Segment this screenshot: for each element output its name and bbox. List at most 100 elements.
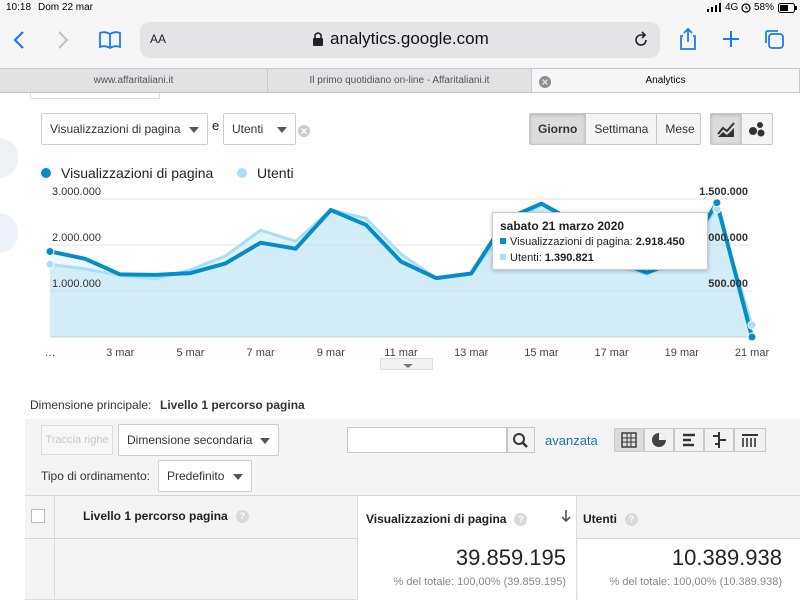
- legend-label: Utenti: [257, 165, 294, 181]
- total-users-percent: % del totale: 100,00% (10.389.938): [609, 576, 782, 588]
- signal-icon: [707, 3, 721, 15]
- plot-rows-button[interactable]: Traccia righe: [41, 425, 113, 455]
- battery-level: 58%: [754, 2, 775, 13]
- x-tick-label: 5 mar: [176, 347, 204, 359]
- analytics-page: Visualizzazioni di pagina e Utenti Giorn…: [0, 93, 800, 600]
- data-point: [712, 198, 722, 208]
- sort-type-select[interactable]: Predefinito: [158, 460, 252, 492]
- browser-toolbar: AA analytics.google.com: [0, 16, 800, 68]
- column-header-pageviews[interactable]: Visualizzazioni di pagina?: [357, 496, 577, 540]
- totals-row: 39.859.195 % del totale: 100,00% (39.859…: [25, 539, 800, 600]
- sort-type-label: Tipo di ordinamento:: [41, 469, 150, 483]
- total-pageviews-percent: % del totale: 100,00% (39.859.195): [393, 576, 566, 588]
- column-header-users[interactable]: Utenti?: [583, 512, 638, 526]
- y-right-tick-label: 1.500.000: [699, 186, 748, 198]
- tabs-overview-icon[interactable]: [763, 28, 785, 55]
- total-pageviews-cell: 39.859.195 % del totale: 100,00% (39.859…: [357, 539, 577, 600]
- tab-affaritaliani[interactable]: www.affaritaliani.it: [0, 69, 268, 92]
- primary-dimension-value[interactable]: Livello 1 percorso pagina: [160, 398, 305, 412]
- x-tick-label: 7 mar: [247, 347, 275, 359]
- tab-affaritaliani-home[interactable]: Il primo quotidiano on-line - Affaritali…: [268, 69, 532, 92]
- status-time: 10:18: [6, 2, 32, 13]
- tooltip-line-users: Utenti: 1.390.821: [500, 250, 700, 266]
- legend-users[interactable]: Utenti: [237, 165, 294, 181]
- data-point: [45, 259, 55, 269]
- side-decoration: [0, 138, 18, 178]
- table-search-input[interactable]: [347, 427, 507, 453]
- motion-chart-icon[interactable]: [742, 114, 772, 144]
- legend-dot: [41, 168, 51, 178]
- sort-desc-icon: [560, 508, 572, 529]
- secondary-dimension-select[interactable]: Dimensione secondaria: [118, 424, 279, 456]
- metric1-select[interactable]: Visualizzazioni di pagina: [41, 113, 208, 145]
- legend-dot: [237, 168, 247, 178]
- period-week-button[interactable]: Settimana: [586, 114, 658, 144]
- y-left-tick-label: 1.000.000: [52, 278, 101, 290]
- cut-off-tab: [30, 93, 160, 99]
- x-tick-label: 19 mar: [665, 347, 700, 359]
- url-text: analytics.google.com: [330, 29, 489, 48]
- secondary-dimension-value: Dimensione secondaria: [127, 433, 253, 447]
- legend-pageviews[interactable]: Visualizzazioni di pagina: [41, 165, 213, 181]
- help-icon: ?: [625, 513, 638, 526]
- text-size-button[interactable]: AA: [150, 32, 166, 46]
- share-icon[interactable]: [678, 27, 698, 56]
- x-tick-label: 21 mar: [735, 347, 770, 359]
- column-header-page-level[interactable]: Livello 1 percorso pagina?: [83, 509, 249, 523]
- bar-view-icon[interactable]: [674, 428, 704, 452]
- pivot-view-icon[interactable]: [734, 428, 766, 452]
- tooltip-line-pageviews: Visualizzazioni di pagina: 2.918.450: [500, 234, 700, 250]
- back-icon[interactable]: [12, 30, 26, 55]
- x-tick-label: 3 mar: [106, 347, 134, 359]
- y-left-tick-label: 2.000.000: [52, 232, 101, 244]
- sort-type-value: Predefinito: [167, 469, 225, 483]
- table-header-row: Livello 1 percorso pagina? Visualizzazio…: [25, 495, 800, 540]
- bookmarks-icon[interactable]: [98, 30, 122, 55]
- total-pageviews-value: 39.859.195: [455, 545, 566, 570]
- metric2-select[interactable]: Utenti: [223, 113, 296, 145]
- x-tick-label: 15 mar: [524, 347, 559, 359]
- alarm-icon: [741, 3, 751, 16]
- tab-label: Il primo quotidiano on-line - Affaritali…: [309, 75, 490, 86]
- chart-tooltip: sabato 21 marzo 2020 Visualizzazioni di …: [492, 212, 708, 270]
- select-all-checkbox[interactable]: [31, 509, 45, 523]
- period-button-group: Giorno Settimana Mese: [529, 113, 701, 145]
- table-view-icon[interactable]: [614, 428, 644, 452]
- y-right-tick-label: 500.000: [708, 278, 748, 290]
- primary-dimension-label: Dimensione principale:: [30, 398, 152, 412]
- search-button[interactable]: [507, 427, 535, 453]
- period-month-button[interactable]: Mese: [657, 114, 702, 144]
- comparison-view-icon[interactable]: [704, 428, 734, 452]
- x-tick-label: 13 mar: [454, 347, 489, 359]
- line-chart-icon[interactable]: [711, 114, 742, 144]
- reload-icon[interactable]: [633, 31, 649, 54]
- tab-label: www.affaritaliani.it: [93, 75, 174, 86]
- tab-analytics[interactable]: Analytics: [532, 69, 800, 92]
- network-type: 4G: [725, 2, 739, 13]
- conjunction-label: e: [212, 118, 220, 133]
- metric1-value: Visualizzazioni di pagina: [50, 122, 181, 136]
- forward-icon[interactable]: [56, 30, 70, 55]
- url-field[interactable]: AA analytics.google.com: [140, 22, 660, 58]
- advanced-search-link[interactable]: avanzata: [545, 433, 598, 448]
- y-left-tick-label: 3.000.000: [52, 186, 101, 198]
- new-tab-icon[interactable]: [721, 29, 741, 54]
- total-users-cell: 10.389.938 % del totale: 100,00% (10.389…: [578, 539, 800, 600]
- status-date: Dom 22 mar: [38, 2, 94, 13]
- legend-label: Visualizzazioni di pagina: [61, 165, 214, 181]
- total-users-value: 10.389.938: [671, 545, 782, 570]
- data-point: [747, 320, 757, 330]
- tab-label: Analytics: [645, 75, 686, 86]
- help-icon: ?: [235, 510, 249, 523]
- battery-icon: [778, 3, 798, 16]
- chart-expand-handle[interactable]: [380, 358, 433, 370]
- period-day-button[interactable]: Giorno: [530, 114, 587, 144]
- data-point: [45, 246, 55, 256]
- x-tick-label: 17 mar: [594, 347, 629, 359]
- lock-icon: [312, 31, 324, 52]
- chart-type-group: [710, 113, 773, 145]
- remove-metric-icon[interactable]: [298, 124, 310, 142]
- pie-view-icon[interactable]: [644, 428, 674, 452]
- x-tick-label: 9 mar: [317, 347, 345, 359]
- tooltip-title: sabato 21 marzo 2020: [500, 219, 625, 233]
